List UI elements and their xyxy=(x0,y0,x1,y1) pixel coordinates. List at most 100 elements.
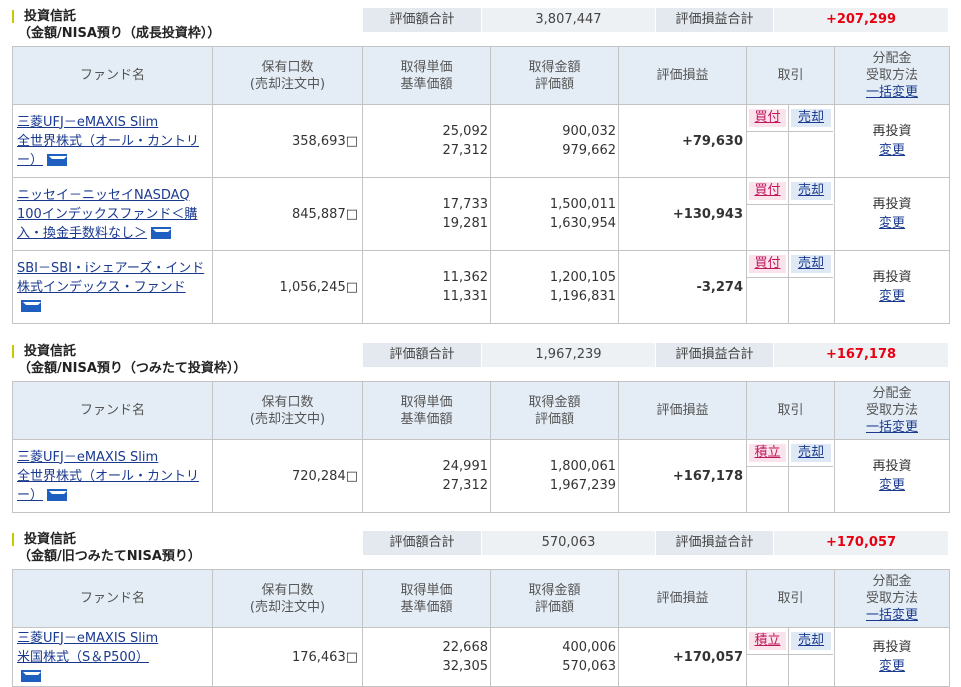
profit-loss-cell: +167,178 xyxy=(618,439,747,513)
col-distribution-line[interactable]: 一括変更 xyxy=(835,84,949,101)
sell-button[interactable]: 売却 xyxy=(791,444,831,462)
col-distribution-line[interactable]: 一括変更 xyxy=(835,607,949,624)
total-pl-label: 評価損益合計 xyxy=(656,343,773,367)
distribution-cell: 再投資 変更 xyxy=(834,439,950,513)
quantity-cell: 1,056,245□ xyxy=(212,250,363,324)
cost-unit-price: 22,668 xyxy=(442,640,489,655)
sell-button[interactable]: 売却 xyxy=(791,255,831,273)
total-pl-value: +207,299 xyxy=(774,8,948,32)
profit-loss-cell: +130,943 xyxy=(618,177,747,251)
section-title: 投資信託 （金額/NISA預り（成長投資枠）） xyxy=(12,8,220,42)
distribution-method: 再投資 xyxy=(872,124,912,139)
table-header-row: ファンド名 保有口数 (売却注文中) 取得単価 基準価額 取得金額 評価額 評価損益 取引 分配金… xyxy=(12,46,950,105)
unit-price-cell: 25,092 27,312 xyxy=(362,104,491,178)
total-eval-value: 1,967,239 xyxy=(482,343,655,367)
section-title-sub: （金額/NISA預り（つみたて投資枠）） xyxy=(18,361,247,376)
fund-table: ファンド名 保有口数 (売却注文中) 取得単価 基準価額 取得金額 評価額 評価損益 取引 分配金… xyxy=(12,381,950,513)
mail-icon[interactable] xyxy=(47,489,68,501)
mail-icon[interactable] xyxy=(151,227,172,239)
total-pl-value: +167,178 xyxy=(774,343,948,367)
change-method-link[interactable]: 変更 xyxy=(879,143,905,158)
col-unit-price-line: 基準価額 xyxy=(400,76,453,92)
accumulate-button[interactable]: 積立 xyxy=(749,632,786,650)
sell-button[interactable]: 売却 xyxy=(791,632,831,650)
col-quantity-line: (売却注文中) xyxy=(249,411,326,427)
quantity-cell: 358,693□ xyxy=(212,104,363,178)
nav-price: 27,312 xyxy=(442,143,489,158)
eval-amount: 979,662 xyxy=(562,143,616,158)
col-unit-price: 取得単価 基準価額 xyxy=(362,46,491,105)
col-fund-name: ファンド名 xyxy=(12,381,213,440)
fund-name-line: 入・換金手数料なし＞ xyxy=(17,225,148,241)
col-distribution: 分配金 受取方法 一括変更 xyxy=(834,569,950,628)
total-pl-value: +170,057 xyxy=(774,531,948,555)
fund-name-link[interactable]: 三菱UFJ－eMAXIS Slim 米国株式（S＆P500） xyxy=(17,631,158,665)
col-amount-line: 評価額 xyxy=(534,599,574,615)
section-title-sub: （金額/NISA預り（成長投資枠）） xyxy=(18,26,221,41)
profit-loss-cell: -3,274 xyxy=(618,250,747,324)
mail-icon[interactable] xyxy=(21,670,41,682)
section-title: 投資信託 （金額/NISA預り（つみたて投資枠）） xyxy=(12,343,246,377)
fund-name-line: ー） xyxy=(17,152,44,168)
sell-button[interactable]: 売却 xyxy=(791,182,831,200)
table-row: 三菱UFJ－eMAXIS Slim 米国株式（S＆P500） 176,463□ 22,… xyxy=(12,627,950,687)
fund-name-link[interactable]: SBI－SBI・iシェアーズ・インド 株式インデックス・ファンド xyxy=(17,261,204,295)
accumulate-button[interactable]: 積立 xyxy=(749,444,786,462)
col-profit-loss-line: 評価損益 xyxy=(656,591,709,606)
table-row: 三菱UFJ－eMAXIS Slim 全世界株式（オール・カントリ ー） 720,284… xyxy=(12,439,950,513)
col-amount-line: 取得金額 xyxy=(528,394,581,410)
unit-price-cell: 22,668 32,305 xyxy=(362,627,491,687)
buy-button[interactable]: 買付 xyxy=(749,182,786,200)
col-amount: 取得金額 評価額 xyxy=(490,46,619,105)
change-method-link[interactable]: 変更 xyxy=(879,289,905,304)
cost-amount: 1,500,011 xyxy=(549,197,616,212)
fund-name-cell: 三菱UFJ－eMAXIS Slim 全世界株式（オール・カントリ ー） xyxy=(12,104,213,178)
col-fund-name-line: ファンド名 xyxy=(79,68,145,83)
col-distribution-line[interactable]: 一括変更 xyxy=(835,419,949,436)
fund-name-line: ー） xyxy=(17,487,44,503)
profit-loss-cell: +170,057 xyxy=(618,627,747,687)
unit-price-cell: 17,733 19,281 xyxy=(362,177,491,251)
mail-icon[interactable] xyxy=(47,154,68,166)
col-fund-name: ファンド名 xyxy=(12,46,213,105)
col-quantity: 保有口数 (売却注文中) xyxy=(212,569,363,628)
distribution-cell: 再投資 変更 xyxy=(834,627,950,687)
change-method-link[interactable]: 変更 xyxy=(879,478,905,493)
distribution-method: 再投資 xyxy=(872,270,912,285)
col-quantity: 保有口数 (売却注文中) xyxy=(212,381,363,440)
title-accent-bar xyxy=(12,10,14,23)
fund-name-cell: 三菱UFJ－eMAXIS Slim 米国株式（S＆P500） xyxy=(12,627,213,687)
fund-name-line: 全世界株式（オール・カントリ xyxy=(17,133,200,149)
col-trade-line: 取引 xyxy=(777,403,804,418)
total-eval-value: 570,063 xyxy=(482,531,655,555)
buy-button[interactable]: 買付 xyxy=(749,109,786,127)
fund-name-link[interactable]: 三菱UFJ－eMAXIS Slim 全世界株式（オール・カントリ ー） xyxy=(17,450,199,503)
distribution-method: 再投資 xyxy=(872,197,912,212)
nav-price: 27,312 xyxy=(442,478,489,493)
col-unit-price: 取得単価 基準価額 xyxy=(362,569,491,628)
col-trade-line: 取引 xyxy=(777,591,804,606)
quantity-cell: 845,887□ xyxy=(212,177,363,251)
col-trade-line: 取引 xyxy=(777,68,804,83)
table-row: 三菱UFJ－eMAXIS Slim 全世界株式（オール・カントリ ー） 358,693… xyxy=(12,104,950,178)
cost-unit-price: 24,991 xyxy=(442,459,489,474)
total-eval-value: 3,807,447 xyxy=(482,8,655,32)
total-eval-label: 評価額合計 xyxy=(363,531,481,555)
mail-icon[interactable] xyxy=(21,300,41,312)
cost-amount: 400,006 xyxy=(562,640,616,655)
fund-name-line: 株式インデックス・ファンド xyxy=(17,279,186,295)
col-distribution-line: 分配金 xyxy=(872,386,912,401)
sell-button[interactable]: 売却 xyxy=(791,109,831,127)
fund-name-cell: ニッセイ－ニッセイNASDAQ 100インデックスファンド＜購 入・換金手数料なし＞ xyxy=(12,177,213,251)
change-method-link[interactable]: 変更 xyxy=(879,659,905,674)
change-method-link[interactable]: 変更 xyxy=(879,216,905,231)
total-pl-label: 評価損益合計 xyxy=(656,8,773,32)
fund-name-link[interactable]: 三菱UFJ－eMAXIS Slim 全世界株式（オール・カントリ ー） xyxy=(17,115,199,168)
fund-table: ファンド名 保有口数 (売却注文中) 取得単価 基準価額 取得金額 評価額 評価損益 取引 分配金… xyxy=(12,46,950,324)
nav-price: 19,281 xyxy=(442,216,489,231)
distribution-method: 再投資 xyxy=(872,459,912,474)
col-unit-price-line: 基準価額 xyxy=(400,599,453,615)
buy-button[interactable]: 買付 xyxy=(749,255,786,273)
col-trade: 取引 xyxy=(746,381,835,440)
col-quantity-line: 保有口数 xyxy=(261,582,314,598)
